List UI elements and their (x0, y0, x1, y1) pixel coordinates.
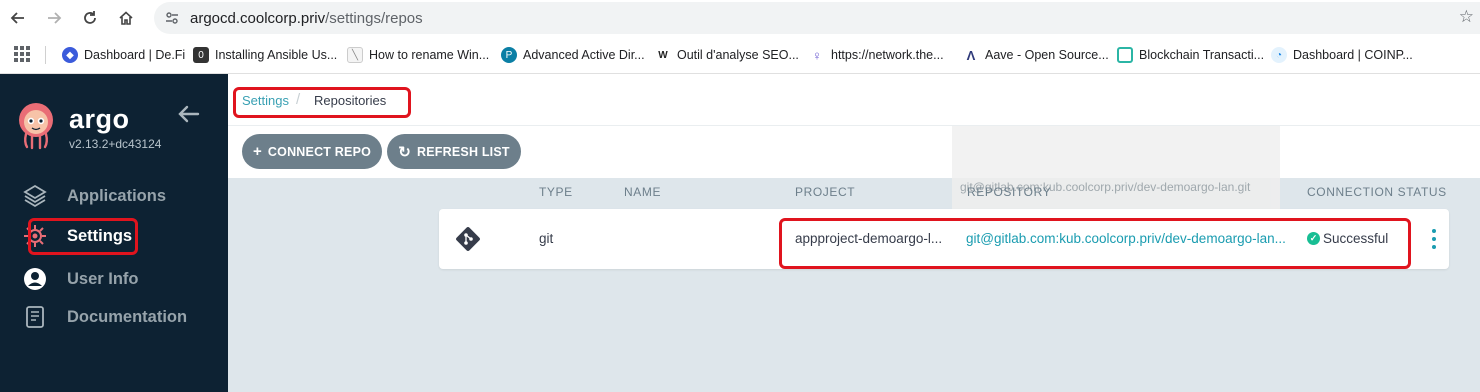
repo-project: appproject-demoargo-l... (795, 231, 943, 246)
bookmark-label: Dashboard | COINP... (1293, 48, 1413, 62)
reload-icon[interactable] (78, 6, 102, 30)
bookmark-label: Blockchain Transacti... (1139, 48, 1265, 62)
sidebar-item-applications[interactable]: Applications (22, 180, 166, 212)
argo-logo-icon (19, 103, 53, 150)
browser-toolbar: argocd.coolcorp.priv/settings/repos ☆ (0, 0, 1480, 36)
bookmark-item[interactable]: Λ Aave - Open Source... (963, 45, 1109, 65)
sidebar-item-documentation[interactable]: Documentation (22, 301, 187, 333)
column-header-repository: REPOSITORY (967, 185, 1052, 199)
sidebar-item-label: Settings (67, 226, 133, 245)
connect-repo-label: CONNECT REPO (267, 144, 372, 159)
bookmarks-divider (45, 46, 46, 64)
refresh-list-label: REFRESH LIST (417, 144, 510, 159)
bookmark-label: Dashboard | De.Fi (84, 48, 186, 62)
layers-icon (22, 183, 48, 209)
url-path: /settings/repos (325, 10, 423, 27)
refresh-icon: ↻ (398, 143, 412, 161)
p-circle-icon: P (501, 47, 517, 63)
bookmark-item[interactable]: W Outil d'analyse SEO... (655, 45, 799, 65)
bookmark-label: Aave - Open Source... (985, 48, 1109, 62)
forward-icon[interactable] (42, 6, 66, 30)
plus-icon: + (252, 143, 262, 160)
page-header: Settings / Repositories (228, 74, 1480, 126)
user-icon (22, 266, 48, 292)
page-icon: ╲ (347, 47, 363, 63)
repo-url-link[interactable]: git@gitlab.com:kub.coolcorp.priv/dev-dem… (966, 231, 1286, 246)
collapse-arrow-icon[interactable] (176, 104, 200, 124)
bookmark-item[interactable]: P Advanced Active Dir... (501, 45, 645, 65)
check-circle-icon: ✓ (1307, 232, 1320, 245)
tooltip-shadow (952, 126, 1280, 178)
url-text: argocd.coolcorp.priv/settings/repos (190, 10, 423, 27)
version-label: v2.13.2+dc43124 (69, 137, 162, 151)
book-icon (22, 304, 48, 330)
apps-grid-icon[interactable] (14, 46, 30, 62)
repo-type: git (539, 231, 554, 246)
connection-status: ✓ Successful (1307, 231, 1388, 246)
defi-icon: ◆ (62, 47, 78, 63)
column-header-project: PROJECT (795, 185, 856, 199)
git-icon (456, 227, 480, 251)
ansible-doc-icon: 0 (193, 47, 209, 63)
bookmark-item[interactable]: Blockchain Transacti... (1117, 45, 1264, 65)
main-content: Settings / Repositories + CONNECT REPO ↻… (228, 74, 1480, 392)
sidebar-item-label: User Info (67, 269, 139, 288)
coinpaprika-icon: ◔ (1271, 47, 1287, 63)
breadcrumb-settings-link[interactable]: Settings (242, 93, 289, 108)
table-row[interactable]: git appproject-demoargo-l... git@gitlab.… (439, 209, 1449, 269)
sidebar-item-label: Applications (67, 186, 167, 205)
connection-status-text: Successful (1323, 231, 1389, 246)
bookmark-item[interactable]: 0 Installing Ansible Us... (193, 45, 337, 65)
w-logo-icon: W (655, 47, 671, 63)
bookmark-item[interactable]: ◆ Dashboard | De.Fi (62, 45, 185, 65)
bookmark-label: Advanced Active Dir... (523, 48, 645, 62)
site-settings-icon[interactable] (164, 10, 180, 31)
column-header-connection-status: CONNECTION STATUS (1307, 185, 1447, 199)
bookmarks-bar: ◆ Dashboard | De.Fi 0 Installing Ansible… (0, 36, 1480, 74)
connect-repo-button[interactable]: + CONNECT REPO (242, 134, 382, 169)
blockchain-icon (1117, 47, 1133, 63)
back-icon[interactable] (6, 6, 30, 30)
address-bar[interactable]: argocd.coolcorp.priv/settings/repos ☆ (154, 2, 1480, 34)
aave-icon: Λ (963, 47, 979, 63)
refresh-list-button[interactable]: ↻ REFRESH LIST (387, 134, 521, 169)
bookmark-label: Installing Ansible Us... (215, 48, 338, 62)
bookmark-star-icon[interactable]: ☆ (1459, 7, 1474, 27)
sidebar-item-user-info[interactable]: User Info (22, 263, 139, 295)
bookmark-item[interactable]: ♀ https://network.the... (809, 45, 944, 65)
bookmark-label: Outil d'analyse SEO... (677, 48, 799, 62)
gear-icon (22, 223, 48, 249)
sidebar-item-settings[interactable]: Settings (22, 220, 132, 252)
bookmark-label: https://network.the... (831, 48, 944, 62)
breadcrumb-current: Repositories (314, 93, 387, 108)
url-host: argocd.coolcorp.priv (190, 10, 326, 27)
column-header-type: TYPE (539, 185, 573, 199)
sidebar-item-label: Documentation (67, 307, 188, 326)
bookmark-label: How to rename Win... (369, 48, 490, 62)
bookmark-item[interactable]: ╲ How to rename Win... (347, 45, 489, 65)
network-icon: ♀ (809, 47, 825, 63)
sidebar: argo v2.13.2+dc43124 Applications Settin… (0, 74, 228, 392)
action-toolbar: + CONNECT REPO ↻ REFRESH LIST (228, 126, 1480, 178)
breadcrumb-separator: / (296, 91, 301, 108)
bookmark-item[interactable]: ◔ Dashboard | COINP... (1271, 45, 1413, 65)
brand-name: argo (69, 104, 130, 134)
home-icon[interactable] (114, 6, 138, 30)
more-actions-icon[interactable] (1432, 229, 1438, 249)
column-header-name: NAME (624, 185, 662, 199)
